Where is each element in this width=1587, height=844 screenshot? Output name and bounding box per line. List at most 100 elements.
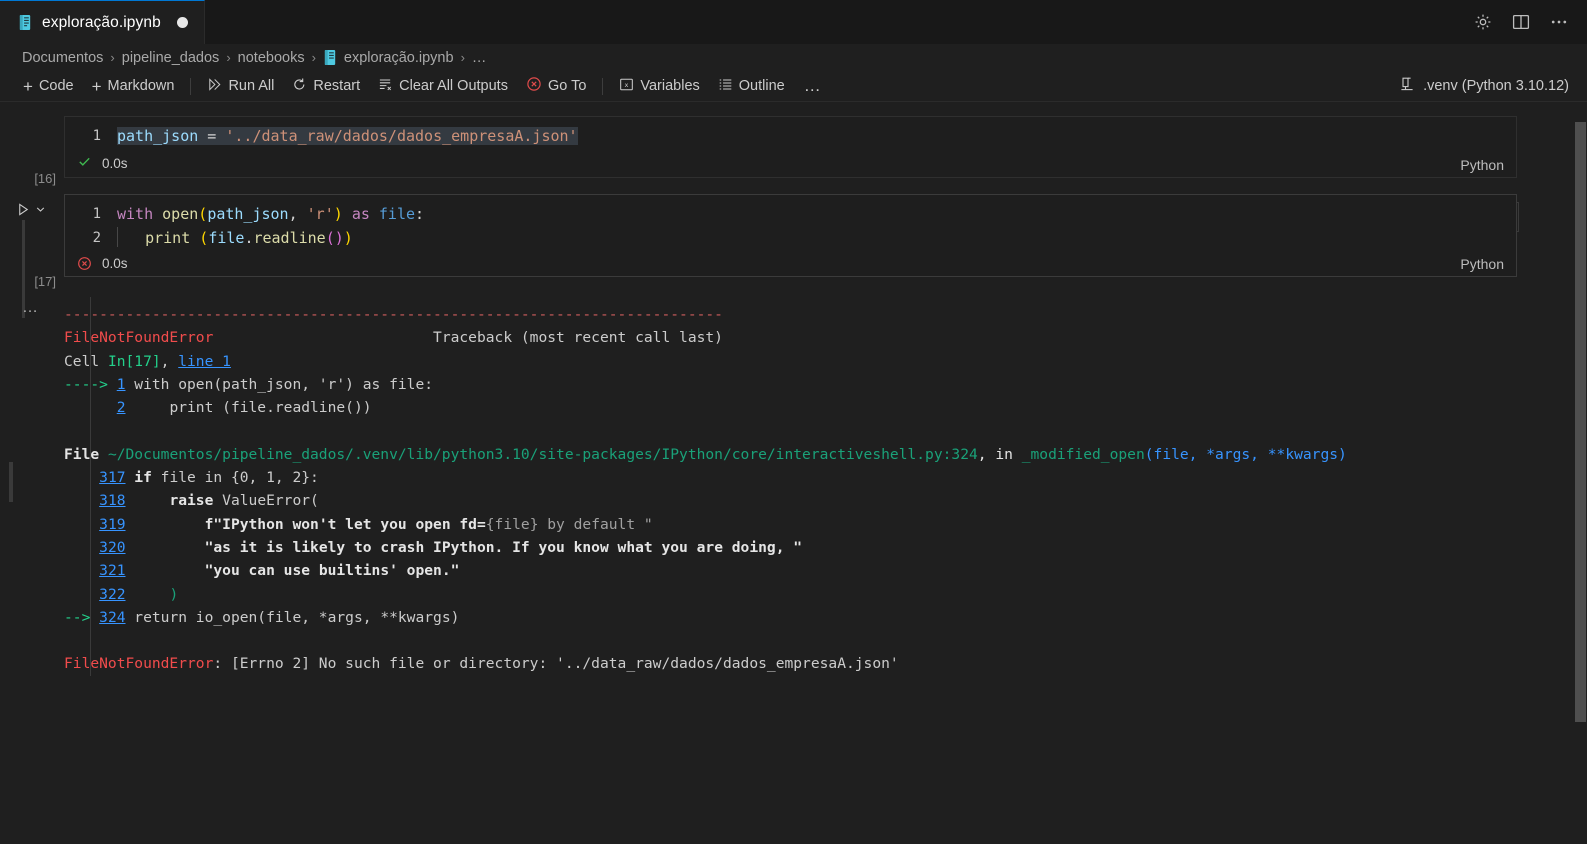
cell-language-label[interactable]: Python	[1460, 157, 1504, 173]
notebook-cell-17[interactable]: [17] 1 with open(path_json, 'r') as file…	[0, 194, 1587, 289]
unsaved-changes-dot[interactable]	[176, 17, 188, 28]
traceback-token: with open(path_json, 'r') as file:	[125, 375, 434, 393]
traceback-token	[64, 492, 99, 509]
traceback-link[interactable]: 319	[99, 516, 125, 533]
clear-all-outputs-button[interactable]: Clear All Outputs	[369, 75, 517, 98]
traceback-token: ----------------------------------------…	[64, 306, 723, 323]
traceback-token	[64, 539, 99, 556]
output-left-border	[90, 297, 91, 676]
go-to-button[interactable]: Go To	[517, 74, 595, 98]
traceback-line	[64, 419, 1587, 442]
run-all-button[interactable]: Run All	[198, 75, 283, 98]
add-markdown-cell-label: Markdown	[107, 78, 175, 94]
traceback-token: ValueError(	[213, 492, 319, 510]
output-overflow-button[interactable]: …	[22, 299, 39, 317]
traceback-link[interactable]: 321	[99, 562, 125, 579]
traceback-link[interactable]: line 1	[178, 353, 231, 370]
notebook-cell-16[interactable]: [16] 1 path_json = '../data_raw/dados/da…	[0, 116, 1587, 186]
traceback-token	[64, 586, 99, 603]
code-editor-cell[interactable]: 1 with open(path_json, 'r') as file: 2 p…	[64, 194, 1517, 277]
success-check-icon	[77, 154, 92, 172]
code-area[interactable]: 1 path_json = '../data_raw/dados/dados_e…	[65, 117, 1516, 152]
restart-label: Restart	[313, 78, 361, 94]
traceback-token	[64, 562, 99, 579]
variables-button[interactable]: x Variables	[610, 75, 708, 98]
cell-gutter: [16]	[0, 116, 64, 196]
traceback-token: )	[1338, 445, 1347, 463]
kernel-picker[interactable]: .venv (Python 3.10.12)	[1399, 76, 1587, 96]
breadcrumb-separator: ›	[226, 50, 231, 65]
traceback-token	[126, 539, 205, 556]
notebook-icon	[18, 14, 33, 31]
outline-button[interactable]: Outline	[709, 75, 794, 98]
traceback-link[interactable]: 317	[99, 469, 125, 486]
editor-actions	[1473, 0, 1587, 44]
traceback-token: if	[125, 469, 152, 487]
traceback-link[interactable]: 2	[117, 399, 126, 416]
traceback-token: File	[64, 445, 108, 463]
settings-gear-icon[interactable]	[1473, 12, 1493, 32]
tab-label: exploração.ipynb	[42, 13, 161, 31]
run-cell-button[interactable]	[16, 202, 46, 217]
traceback-token: (	[1144, 445, 1154, 463]
code-line-text: print (file.readline())	[117, 226, 353, 250]
traceback-link[interactable]: 320	[99, 539, 125, 556]
execution-duration: 0.0s	[102, 256, 128, 271]
plus-icon: +	[91, 76, 102, 96]
traceback-token: "as it is likely to crash IPython. If yo…	[204, 538, 803, 556]
add-code-cell-button[interactable]: + Code	[14, 76, 83, 97]
toolbar-overflow-button[interactable]: …	[794, 76, 832, 96]
code-line: 2 print (file.readline())	[65, 226, 1516, 250]
traceback-token	[64, 632, 73, 649]
breadcrumb-item-pipeline-dados[interactable]: pipeline_dados	[122, 50, 220, 66]
more-actions-icon[interactable]	[1549, 12, 1569, 32]
go-to-icon	[526, 76, 542, 96]
traceback-line: 320 "as it is likely to crash IPython. I…	[64, 536, 1587, 559]
cell-gutter: [17]	[0, 194, 64, 300]
cell-status-row: 0.0s Python	[65, 152, 1516, 177]
notebook-toolbar: + Code + Markdown Run All Restart Clear …	[0, 71, 1587, 102]
traceback-token: return io_open(file, *args, **kwargs)	[125, 608, 460, 626]
traceback-token: : [Errno 2] No such file or directory: '…	[213, 655, 899, 673]
traceback-token	[126, 586, 170, 603]
editor-tab-exploracao[interactable]: exploração.ipynb	[0, 0, 205, 44]
chevron-down-icon[interactable]	[35, 204, 46, 215]
breadcrumb-item-documentos[interactable]: Documentos	[22, 50, 103, 66]
vertical-scrollbar-thumb[interactable]	[1575, 122, 1586, 722]
line-number: 1	[92, 206, 101, 222]
add-markdown-cell-button[interactable]: + Markdown	[83, 76, 184, 97]
run-all-icon	[207, 77, 222, 96]
code-editor-cell[interactable]: 1 path_json = '../data_raw/dados/dados_e…	[64, 116, 1517, 178]
breadcrumb-item-overflow[interactable]: …	[472, 50, 487, 66]
vertical-scrollbar[interactable]	[1573, 102, 1587, 838]
restart-icon	[292, 77, 307, 96]
traceback-token: _modified_open	[1021, 445, 1145, 463]
traceback-link[interactable]: 324	[99, 609, 125, 626]
line-number: 1	[92, 128, 101, 144]
outline-icon	[718, 77, 733, 96]
breadcrumb-item-notebooks[interactable]: notebooks	[238, 50, 305, 66]
traceback-token: , in	[977, 445, 1022, 463]
notebook-body: [16] 1 path_json = '../data_raw/dados/da…	[0, 102, 1587, 838]
traceback-token	[64, 469, 99, 486]
restart-button[interactable]: Restart	[283, 75, 369, 98]
traceback-line: File ~/Documentos/pipeline_dados/.venv/l…	[64, 443, 1587, 466]
run-triangle-icon[interactable]	[16, 202, 31, 217]
variables-label: Variables	[640, 78, 700, 94]
traceback-link[interactable]: 318	[99, 492, 125, 509]
kernel-icon	[1399, 76, 1415, 96]
traceback-token: "you can use builtins' open."	[204, 562, 460, 580]
cell-output-error: … --------------------------------------…	[22, 297, 1587, 676]
code-line: 1 with open(path_json, 'r') as file:	[65, 202, 1516, 226]
traceback-token: FileNotFoundError	[64, 329, 214, 347]
traceback-token: In[17]	[107, 352, 161, 370]
breadcrumb-item-file[interactable]: exploração.ipynb	[323, 49, 454, 66]
cell-language-label[interactable]: Python	[1460, 256, 1504, 272]
traceback-link[interactable]: 1	[117, 376, 126, 393]
code-area[interactable]: 1 with open(path_json, 'r') as file: 2 p…	[65, 195, 1516, 254]
traceback-line: FileNotFoundError: [Errno 2] No such fil…	[64, 652, 1587, 675]
traceback-token: f"IPython won't let you open fd=	[204, 515, 486, 533]
outline-label: Outline	[738, 78, 785, 94]
split-editor-icon[interactable]	[1511, 12, 1531, 32]
traceback-link[interactable]: 322	[99, 586, 125, 603]
